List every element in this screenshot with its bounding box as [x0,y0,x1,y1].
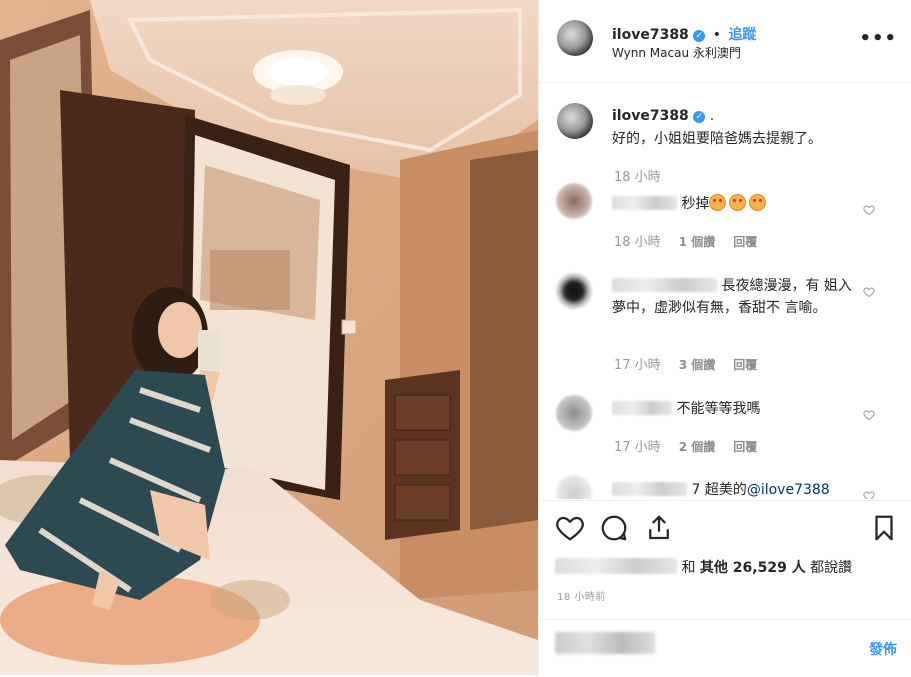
comment-avatar[interactable] [556,183,592,219]
comment-meta: 17 小時 3 個讚 回覆 [614,354,757,373]
share-icon[interactable] [644,513,674,543]
comment-input[interactable] [555,632,655,654]
like-comment-heart-icon[interactable] [863,409,875,421]
caption-time[interactable]: 18 小時 [614,166,661,185]
comment-item: 長夜總漫漫，有 姐入夢中，虛渺似有無，香甜不 言喻。 [612,275,852,319]
comment-item: 不能等等我嗎 [612,398,852,420]
smiling-hearts-emoji-icon [709,194,727,211]
comment-avatar[interactable] [556,475,592,499]
post-header: ilove7388 ✓ • 追蹤 Wynn Macau 永利澳門 ••• [539,0,911,83]
comment-time[interactable]: 18 小時 [614,235,661,250]
likes-suffix: 都說讚 [810,560,853,576]
smiling-hearts-emoji-icon [749,194,767,211]
post-sidebar: ilove7388 ✓ • 追蹤 Wynn Macau 永利澳門 ••• ilo… [538,0,911,675]
liker-name-blurred[interactable] [555,558,677,574]
separator-dot: • [712,27,721,43]
location-link[interactable]: Wynn Macau 永利澳門 [612,44,741,61]
likes-summary: 和 其他 26,529 人 都說讚 [555,557,852,577]
comment-text: 秒掉 [681,196,710,212]
author-username[interactable]: ilove7388 [612,27,689,43]
caption-text: 好的，小姐姐要陪爸媽去提親了。 [612,131,822,147]
comment-bubble-icon[interactable] [599,513,629,543]
caption-avatar[interactable] [557,103,593,139]
reply-button[interactable]: 回覆 [733,235,757,249]
comment-likes[interactable]: 3 個讚 [679,358,716,372]
comment-compose: 發佈 [539,619,911,677]
author-line: ilove7388 ✓ • 追蹤 [612,24,756,44]
posted-time[interactable]: 18 小時前 [557,588,606,603]
comment-username-blurred[interactable] [612,401,672,415]
comments-list[interactable]: ilove7388 ✓ . 好的，小姐姐要陪爸媽去提親了。 18 小時 秒掉 1… [539,83,911,499]
comment-meta: 18 小時 1 個讚 回覆 [614,231,757,250]
verified-badge-icon: ✓ [693,30,706,42]
caption-author: ilove7388 ✓ . [612,108,714,124]
comment-avatar[interactable] [556,273,592,309]
author-avatar[interactable] [557,20,593,56]
follow-button[interactable]: 追蹤 [728,27,756,43]
post-photo[interactable] [0,0,538,675]
reply-button[interactable]: 回覆 [733,358,757,372]
comment-likes[interactable]: 1 個讚 [679,235,716,249]
reply-button[interactable]: 回覆 [733,440,757,454]
post-dialog: ilove7388 ✓ • 追蹤 Wynn Macau 永利澳門 ••• ilo… [0,0,911,675]
comment-avatar[interactable] [556,395,592,431]
mention-link[interactable]: @ilove7388 [747,482,830,498]
comment-item: 7 超美的@ilove7388 [612,479,852,499]
comment-time[interactable]: 17 小時 [614,358,661,373]
comment-likes[interactable]: 2 個讚 [679,440,716,454]
comment-meta: 17 小時 2 個讚 回覆 [614,436,757,455]
more-options-icon[interactable]: ••• [859,28,897,49]
likes-count[interactable]: 其他 26,529 人 [700,560,806,576]
comment-text: 7 超美的 [691,482,747,498]
separator-dot: . [709,108,715,124]
caption-username[interactable]: ilove7388 [612,108,689,124]
bookmark-icon[interactable] [869,513,899,543]
photo-illustration [0,0,538,675]
comment-time[interactable]: 17 小時 [614,440,661,455]
comment-username-blurred[interactable] [612,482,687,496]
like-heart-icon[interactable] [555,513,585,543]
comment-text: 不能等等我嗎 [676,401,761,417]
smiling-hearts-emoji-icon [729,194,747,211]
like-comment-heart-icon[interactable] [863,490,875,499]
verified-badge-icon: ✓ [693,111,706,123]
comment-item: 秒掉 [612,193,852,215]
comment-username-blurred[interactable] [612,278,717,292]
like-comment-heart-icon[interactable] [863,286,875,298]
likes-prefix: 和 [681,560,696,576]
post-comment-button[interactable]: 發佈 [869,639,897,659]
post-actions: 和 其他 26,529 人 都說讚 18 小時前 發佈 [539,500,911,676]
comment-username-blurred[interactable] [612,196,677,210]
like-comment-heart-icon[interactable] [863,204,875,216]
